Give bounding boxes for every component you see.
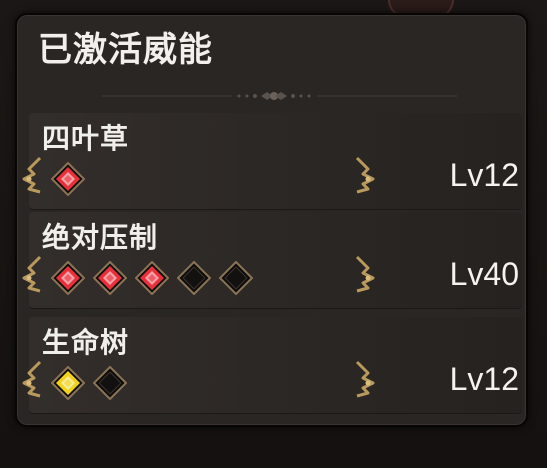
red-gem-icon — [51, 261, 85, 295]
gem-slots — [51, 162, 85, 196]
power-level: Lv12 — [449, 361, 519, 397]
bracket-left-icon — [22, 360, 42, 398]
ornament-divider-icon — [102, 92, 457, 100]
power-name: 绝对压制 — [42, 221, 159, 254]
power-name: 生命树 — [42, 326, 130, 359]
gem-slots — [51, 261, 253, 295]
empty-gem-slot-icon — [177, 261, 211, 295]
panel-title: 已激活威能 — [38, 30, 213, 70]
active-powers-panel: 已激活威能 四叶草 Lv12 绝对压制 Lv40 生命树 Lv12 — [15, 13, 528, 427]
power-row-tree-of-life[interactable]: 生命树 Lv12 — [22, 317, 522, 413]
power-row-four-leaf-clover[interactable]: 四叶草 Lv12 — [22, 113, 522, 209]
red-gem-icon — [135, 261, 169, 295]
bracket-left-icon — [22, 255, 42, 293]
red-gem-icon — [93, 261, 127, 295]
red-gem-icon — [51, 162, 85, 196]
empty-gem-slot-icon — [219, 261, 253, 295]
bracket-right-icon — [355, 255, 375, 293]
yellow-gem-icon — [51, 366, 85, 400]
power-row-absolute-suppression[interactable]: 绝对压制 Lv40 — [22, 212, 522, 308]
power-name: 四叶草 — [42, 122, 130, 155]
power-level: Lv40 — [449, 256, 519, 292]
bracket-right-icon — [355, 360, 375, 398]
bracket-left-icon — [22, 156, 42, 194]
power-level: Lv12 — [449, 157, 519, 193]
gem-slots — [51, 366, 127, 400]
empty-gem-slot-icon — [93, 366, 127, 400]
bracket-right-icon — [355, 156, 375, 194]
